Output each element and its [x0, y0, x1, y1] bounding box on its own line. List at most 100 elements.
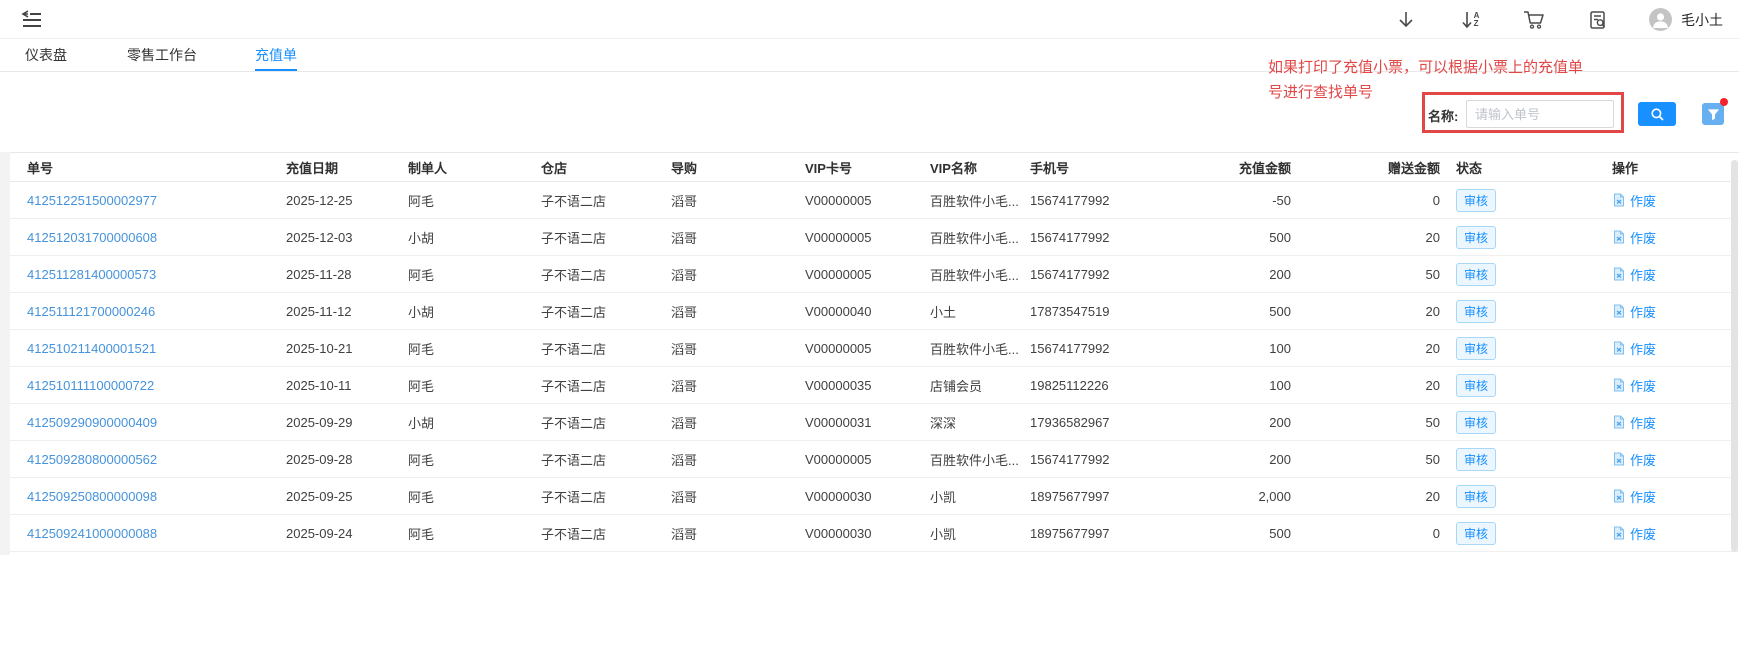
- status-badge: 审核: [1456, 299, 1497, 323]
- order-no-link[interactable]: 412510111100000722: [27, 378, 154, 393]
- cell-gift-amount: 50: [1425, 451, 1440, 467]
- cell-store: 子不语二店: [541, 526, 607, 542]
- cell-guide: 滔哥: [671, 415, 698, 431]
- action-void-link[interactable]: 作废: [1630, 191, 1656, 210]
- action-void-link[interactable]: 作废: [1630, 413, 1656, 432]
- order-no-link[interactable]: 412511121700000246: [27, 304, 155, 319]
- cell-store: 子不语二店: [541, 193, 607, 209]
- cell-guide: 滔哥: [671, 230, 698, 246]
- void-doc-icon: [1612, 193, 1626, 207]
- username[interactable]: 毛小土: [1681, 10, 1723, 30]
- cell-guide: 滔哥: [671, 526, 698, 542]
- header-creator: 制单人: [408, 160, 448, 176]
- table-row: 412509250800000098 2025-09-25 阿毛 子不语二店 滔…: [0, 478, 1739, 515]
- void-doc-icon: [1612, 230, 1626, 244]
- cell-store: 子不语二店: [541, 378, 607, 394]
- cell-phone: 17873547519: [1030, 303, 1110, 319]
- cell-vip-name: 店铺会员: [930, 378, 983, 394]
- order-no-link[interactable]: 412509290900000409: [27, 415, 157, 430]
- order-no-link[interactable]: 412512251500002977: [27, 193, 157, 208]
- cell-gift-amount: 50: [1425, 414, 1440, 430]
- cell-phone: 15674177992: [1030, 229, 1110, 245]
- status-badge: 审核: [1456, 447, 1497, 471]
- filter-button[interactable]: [1702, 103, 1724, 125]
- cell-vip-card: V00000005: [805, 266, 872, 282]
- cell-phone: 17936582967: [1030, 414, 1110, 430]
- action-void-link[interactable]: 作废: [1630, 524, 1656, 543]
- table-row: 412511121700000246 2025-11-12 小胡 子不语二店 滔…: [0, 293, 1739, 330]
- header-vip-name: VIP名称: [930, 160, 977, 176]
- order-no-link[interactable]: 412510211400001521: [27, 341, 156, 356]
- action-void-link[interactable]: 作废: [1630, 265, 1656, 284]
- search-input[interactable]: [1466, 100, 1614, 128]
- table-row: 412511281400000573 2025-11-28 阿毛 子不语二店 滔…: [0, 256, 1739, 293]
- download-icon[interactable]: [1395, 9, 1417, 31]
- tab-dashboard[interactable]: 仪表盘: [25, 40, 67, 71]
- search-button[interactable]: [1638, 102, 1676, 126]
- cell-creator: 小胡: [408, 304, 435, 320]
- cell-store: 子不语二店: [541, 452, 607, 468]
- action-void-link[interactable]: 作废: [1630, 376, 1656, 395]
- filter-notification-dot: [1720, 98, 1728, 106]
- cell-recharge-amount: 200: [1269, 451, 1291, 467]
- cell-recharge-amount: 100: [1269, 377, 1291, 393]
- tab-retail-workbench[interactable]: 零售工作台: [127, 40, 197, 71]
- table-header-row: 单号 充值日期 制单人 仓店 导购 VIP卡号 VIP名称 手机号 充值金额 赠…: [0, 152, 1739, 182]
- cell-gift-amount: 20: [1425, 229, 1440, 245]
- cell-vip-name: 深深: [930, 415, 957, 431]
- cell-store: 子不语二店: [541, 230, 607, 246]
- cell-vip-name: 百胜软件小毛...: [930, 230, 1019, 246]
- avatar[interactable]: [1649, 8, 1672, 31]
- cell-gift-amount: 20: [1425, 340, 1440, 356]
- cell-vip-card: V00000005: [805, 229, 872, 245]
- cell-recharge-date: 2025-12-25: [286, 192, 353, 208]
- tab-recharge-order[interactable]: 充值单: [255, 40, 297, 71]
- sort-az-icon[interactable]: AZ: [1459, 9, 1481, 31]
- cell-recharge-date: 2025-11-12: [286, 303, 352, 319]
- cell-creator: 小胡: [408, 230, 435, 246]
- topbar: AZ 毛小土: [0, 0, 1739, 39]
- table-row: 412512031700000608 2025-12-03 小胡 子不语二店 滔…: [0, 219, 1739, 256]
- order-no-link[interactable]: 412512031700000608: [27, 230, 157, 245]
- action-void-link[interactable]: 作废: [1630, 450, 1656, 469]
- cell-phone: 19825112226: [1030, 377, 1109, 393]
- cell-store: 子不语二店: [541, 341, 607, 357]
- action-void-link[interactable]: 作废: [1630, 228, 1656, 247]
- void-doc-icon: [1612, 267, 1626, 281]
- cell-phone: 18975677997: [1030, 488, 1110, 504]
- cell-creator: 阿毛: [408, 489, 435, 505]
- status-badge: 审核: [1456, 484, 1497, 508]
- cell-vip-card: V00000031: [805, 414, 872, 430]
- table-body: 412512251500002977 2025-12-25 阿毛 子不语二店 滔…: [0, 182, 1739, 552]
- search-label: 名称:: [1428, 109, 1459, 124]
- cell-recharge-date: 2025-09-28: [286, 451, 353, 467]
- vertical-scrollbar[interactable]: [1731, 160, 1738, 552]
- cell-recharge-date: 2025-12-03: [286, 229, 353, 245]
- doc-search-icon[interactable]: [1587, 9, 1609, 31]
- order-no-link[interactable]: 412509250800000098: [27, 489, 157, 504]
- header-action: 操作: [1612, 160, 1639, 176]
- search-icon: [1650, 107, 1664, 121]
- action-void-link[interactable]: 作废: [1630, 302, 1656, 321]
- header-recharge-date: 充值日期: [286, 160, 339, 176]
- cell-creator: 阿毛: [408, 193, 435, 209]
- cell-guide: 滔哥: [671, 304, 698, 320]
- void-doc-icon: [1612, 452, 1626, 466]
- order-no-link[interactable]: 412511281400000573: [27, 267, 156, 282]
- cell-gift-amount: 50: [1425, 266, 1440, 282]
- action-void-link[interactable]: 作废: [1630, 339, 1656, 358]
- cart-icon[interactable]: [1523, 9, 1545, 31]
- table-row: 412510211400001521 2025-10-21 阿毛 子不语二店 滔…: [0, 330, 1739, 367]
- order-no-link[interactable]: 412509241000000088: [27, 526, 157, 541]
- order-no-link[interactable]: 412509280800000562: [27, 452, 157, 467]
- cell-creator: 小胡: [408, 415, 435, 431]
- action-void-link[interactable]: 作废: [1630, 487, 1656, 506]
- menu-fold-icon[interactable]: [20, 9, 44, 31]
- status-badge: 审核: [1456, 336, 1497, 360]
- cell-phone: 15674177992: [1030, 451, 1110, 467]
- left-gutter: [0, 152, 10, 555]
- cell-guide: 滔哥: [671, 341, 698, 357]
- cell-gift-amount: 20: [1425, 488, 1440, 504]
- cell-creator: 阿毛: [408, 267, 435, 283]
- table-row: 412510111100000722 2025-10-11 阿毛 子不语二店 滔…: [0, 367, 1739, 404]
